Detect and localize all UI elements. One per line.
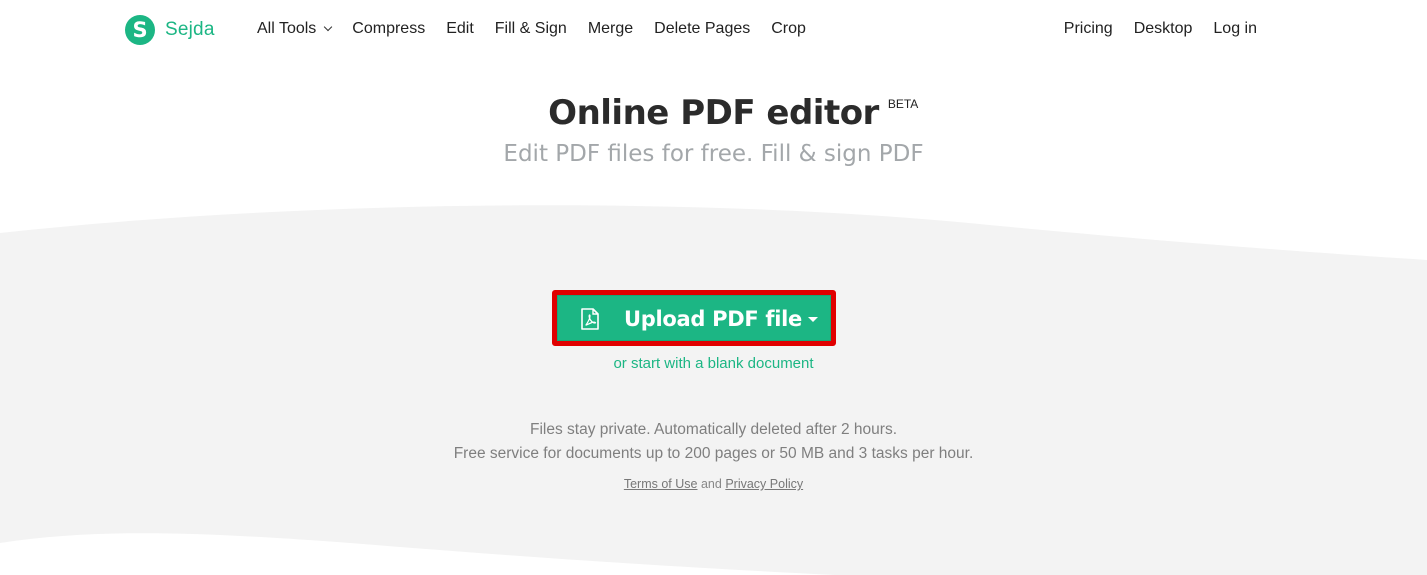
limits-note: Free service for documents up to 200 pag… [453,445,974,462]
chevron-down-icon [324,22,333,31]
pdf-file-icon [581,308,599,330]
nav-pricing[interactable]: Pricing [1064,20,1113,38]
nav-fill-sign[interactable]: Fill & Sign [495,20,567,38]
legal-and: and [700,477,722,491]
page-title: Online PDF editor BETA [548,93,918,133]
nav-desktop[interactable]: Desktop [1134,20,1193,38]
caret-down-icon [808,316,818,322]
legal-links: Terms of Use and Privacy Policy [0,477,1427,491]
privacy-note: Files stay private. Automatically delete… [529,421,897,438]
upload-button-label: Upload PDF file [624,307,802,331]
page-subtitle: Edit PDF files for free. Fill & sign PDF [503,141,924,167]
privacy-policy-link[interactable]: Privacy Policy [725,477,803,491]
service-info: Files stay private. Automatically delete… [0,418,1427,466]
upload-highlight: Upload PDF file [552,290,836,346]
nav-edit[interactable]: Edit [446,20,474,38]
page-title-text: Online PDF editor [548,93,879,133]
terms-of-use-link[interactable]: Terms of Use [624,477,698,491]
logo-icon: S [125,15,155,45]
sejda-logo[interactable]: S Sejda [125,15,215,45]
upload-options-dropdown[interactable] [796,296,830,340]
main-nav: All Tools Compress Edit Fill & Sign Merg… [257,20,827,38]
top-navigation: S Sejda All Tools Compress Edit Fill & S… [0,0,1427,62]
nav-login[interactable]: Log in [1213,20,1257,38]
hero: Online PDF editor BETA Edit PDF files fo… [0,93,1427,167]
page: S Sejda All Tools Compress Edit Fill & S… [0,0,1427,575]
nav-all-tools[interactable]: All Tools [257,20,333,38]
account-nav: Pricing Desktop Log in [1043,20,1257,38]
nav-delete-pages[interactable]: Delete Pages [654,20,750,38]
brand-name: Sejda [165,19,215,40]
nav-crop[interactable]: Crop [771,20,806,38]
nav-all-tools-label: All Tools [257,20,317,37]
blank-document-link[interactable]: or start with a blank document [0,355,1427,372]
nav-merge[interactable]: Merge [588,20,633,38]
beta-badge: BETA [887,97,919,111]
gray-band [0,205,1427,575]
upload-pdf-button[interactable]: Upload PDF file [557,295,831,341]
nav-compress[interactable]: Compress [352,20,425,38]
